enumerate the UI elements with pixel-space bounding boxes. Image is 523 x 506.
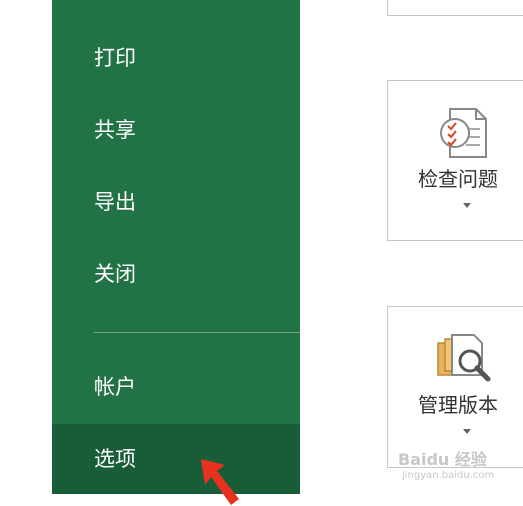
nav-item-label: 选项 bbox=[94, 447, 136, 471]
nav-item-close[interactable]: 关闭 bbox=[52, 239, 300, 309]
chevron-down-icon bbox=[463, 429, 471, 434]
watermark-url: jingyan.baidu.com bbox=[402, 470, 495, 481]
watermark: Baidu 经验 bbox=[398, 450, 487, 469]
nav-item-label: 打印 bbox=[94, 46, 136, 70]
inspect-document-icon bbox=[440, 108, 487, 158]
nav-item-export[interactable]: 导出 bbox=[52, 167, 300, 237]
nav-item-label: 帐户 bbox=[94, 375, 136, 399]
manage-versions-button[interactable]: 管理版本 bbox=[387, 306, 523, 468]
nav-item-label: 共享 bbox=[94, 118, 136, 142]
nav-item-options[interactable]: 选项 bbox=[52, 424, 300, 494]
nav-item-account[interactable]: 帐户 bbox=[52, 352, 300, 422]
inspect-document-button[interactable]: 检查问题 bbox=[387, 80, 523, 241]
pointer-arrow-icon bbox=[201, 459, 239, 505]
nav-item-print[interactable]: 打印 bbox=[52, 23, 300, 93]
nav-item-label: 关闭 bbox=[94, 262, 136, 286]
top-card[interactable] bbox=[387, 0, 523, 16]
chevron-down-icon bbox=[463, 203, 471, 208]
content-pane: 检查问题 管理版本 bbox=[300, 0, 523, 506]
nav-item-share[interactable]: 共享 bbox=[52, 95, 300, 165]
inspect-document-label: 检查问题 bbox=[418, 167, 498, 191]
backstage-sidebar: 打印 共享 导出 关闭 帐户 选项 bbox=[52, 0, 302, 494]
manage-versions-label: 管理版本 bbox=[418, 393, 498, 417]
manage-versions-icon bbox=[437, 334, 491, 382]
nav-divider bbox=[94, 332, 302, 333]
nav-item-label: 导出 bbox=[94, 190, 136, 214]
